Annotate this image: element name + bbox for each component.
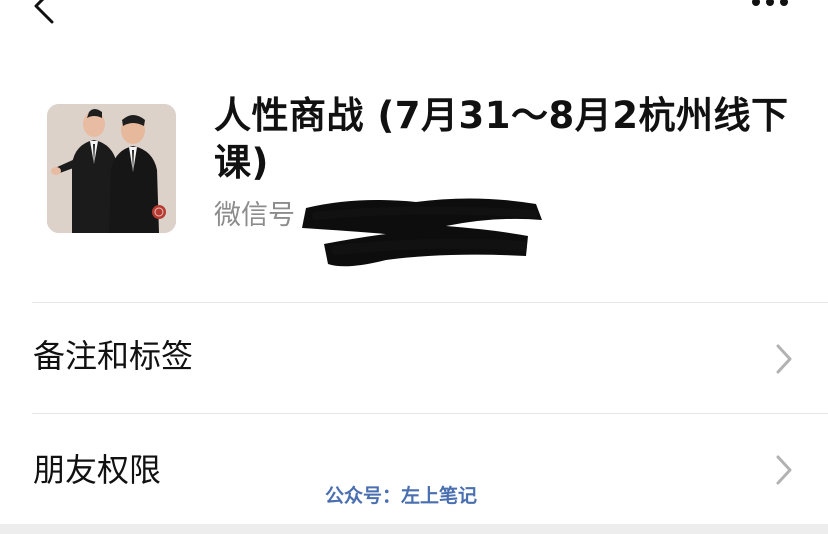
chevron-left-icon[interactable] — [24, 0, 64, 26]
redaction-scribble — [302, 198, 542, 267]
top-bar — [0, 0, 828, 40]
contact-name: 人性商战 (7月31～8月2杭州线下课) — [214, 94, 789, 184]
wechat-id-label: 微信号 — [214, 200, 295, 231]
more-dots-icon[interactable] — [748, 0, 792, 10]
menu-item-label: 朋友权限 — [33, 451, 162, 489]
section-separator — [0, 524, 828, 534]
chevron-right-icon — [776, 344, 792, 374]
chevron-right-icon — [776, 455, 792, 485]
profile-header: 人性商战 (7月31～8月2杭州线下课) 微信号 — [0, 90, 828, 267]
watermark-text: 公众号：左上笔记 — [325, 485, 478, 507]
avatar-image — [47, 104, 176, 233]
menu-item-remarks-tags[interactable]: 备注和标签 — [0, 303, 828, 413]
menu-item-label: 备注和标签 — [33, 337, 194, 375]
avatar[interactable] — [47, 104, 176, 233]
